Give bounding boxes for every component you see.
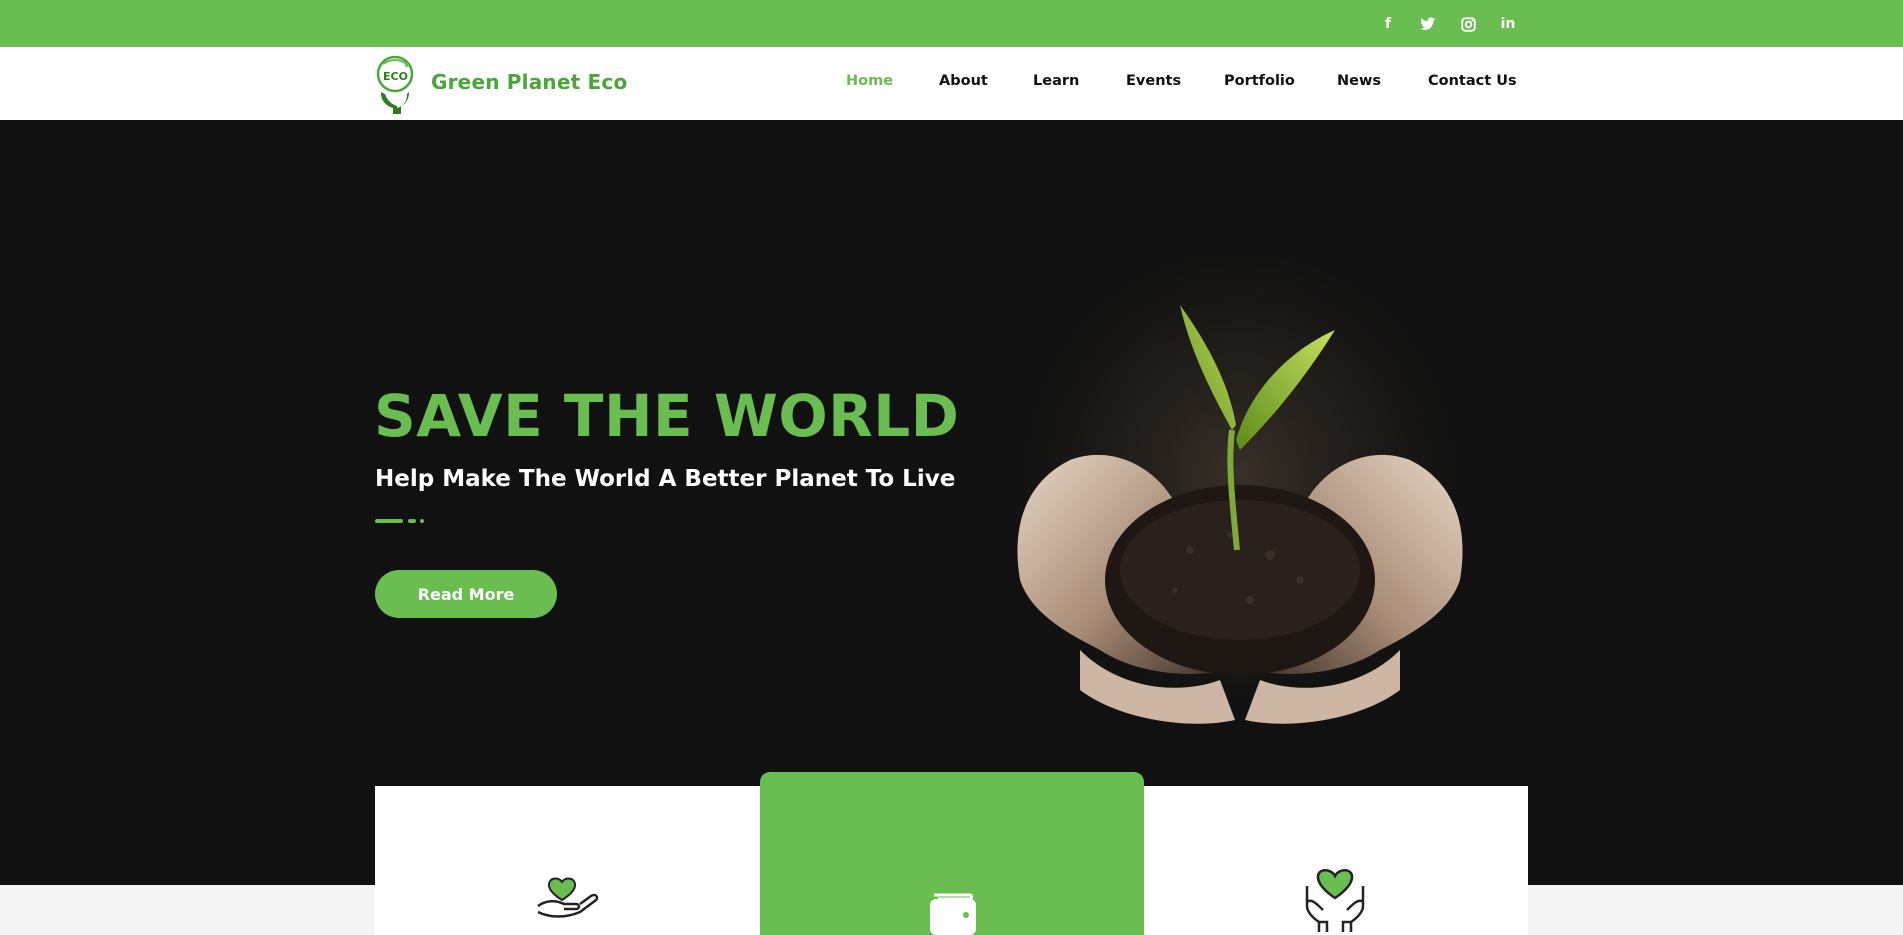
linkedin-icon[interactable]: in bbox=[1496, 12, 1520, 36]
eco-logo[interactable]: ECO bbox=[375, 54, 417, 114]
nav-contact-us[interactable]: Contact Us bbox=[1428, 73, 1517, 89]
nav-events[interactable]: Events bbox=[1126, 73, 1181, 89]
heart-hands-icon bbox=[1303, 866, 1367, 935]
read-more-button[interactable]: Read More bbox=[375, 570, 557, 618]
nav-home[interactable]: Home bbox=[846, 73, 893, 89]
nav-learn[interactable]: Learn bbox=[1033, 73, 1079, 89]
hero-subtitle: Help Make The World A Better Planet To L… bbox=[375, 466, 956, 492]
hands-with-seedling-image bbox=[1000, 250, 1480, 750]
facebook-icon[interactable]: f bbox=[1376, 12, 1400, 36]
hero-section: SAVE THE WORLD Help Make The World A Bet… bbox=[0, 120, 1903, 885]
nav-portfolio[interactable]: Portfolio bbox=[1224, 73, 1295, 89]
top-bar: f in bbox=[0, 0, 1903, 47]
wallet-icon bbox=[928, 893, 978, 935]
hero-title: SAVE THE WORLD bbox=[374, 382, 960, 450]
nav-news[interactable]: News bbox=[1337, 73, 1381, 89]
twitter-icon[interactable] bbox=[1416, 12, 1440, 36]
heart-in-hand-icon bbox=[536, 876, 602, 924]
brand-name[interactable]: Green Planet Eco bbox=[431, 70, 627, 94]
nav-about[interactable]: About bbox=[939, 73, 988, 89]
instagram-icon[interactable] bbox=[1456, 12, 1480, 36]
logo-text: ECO bbox=[383, 70, 408, 83]
